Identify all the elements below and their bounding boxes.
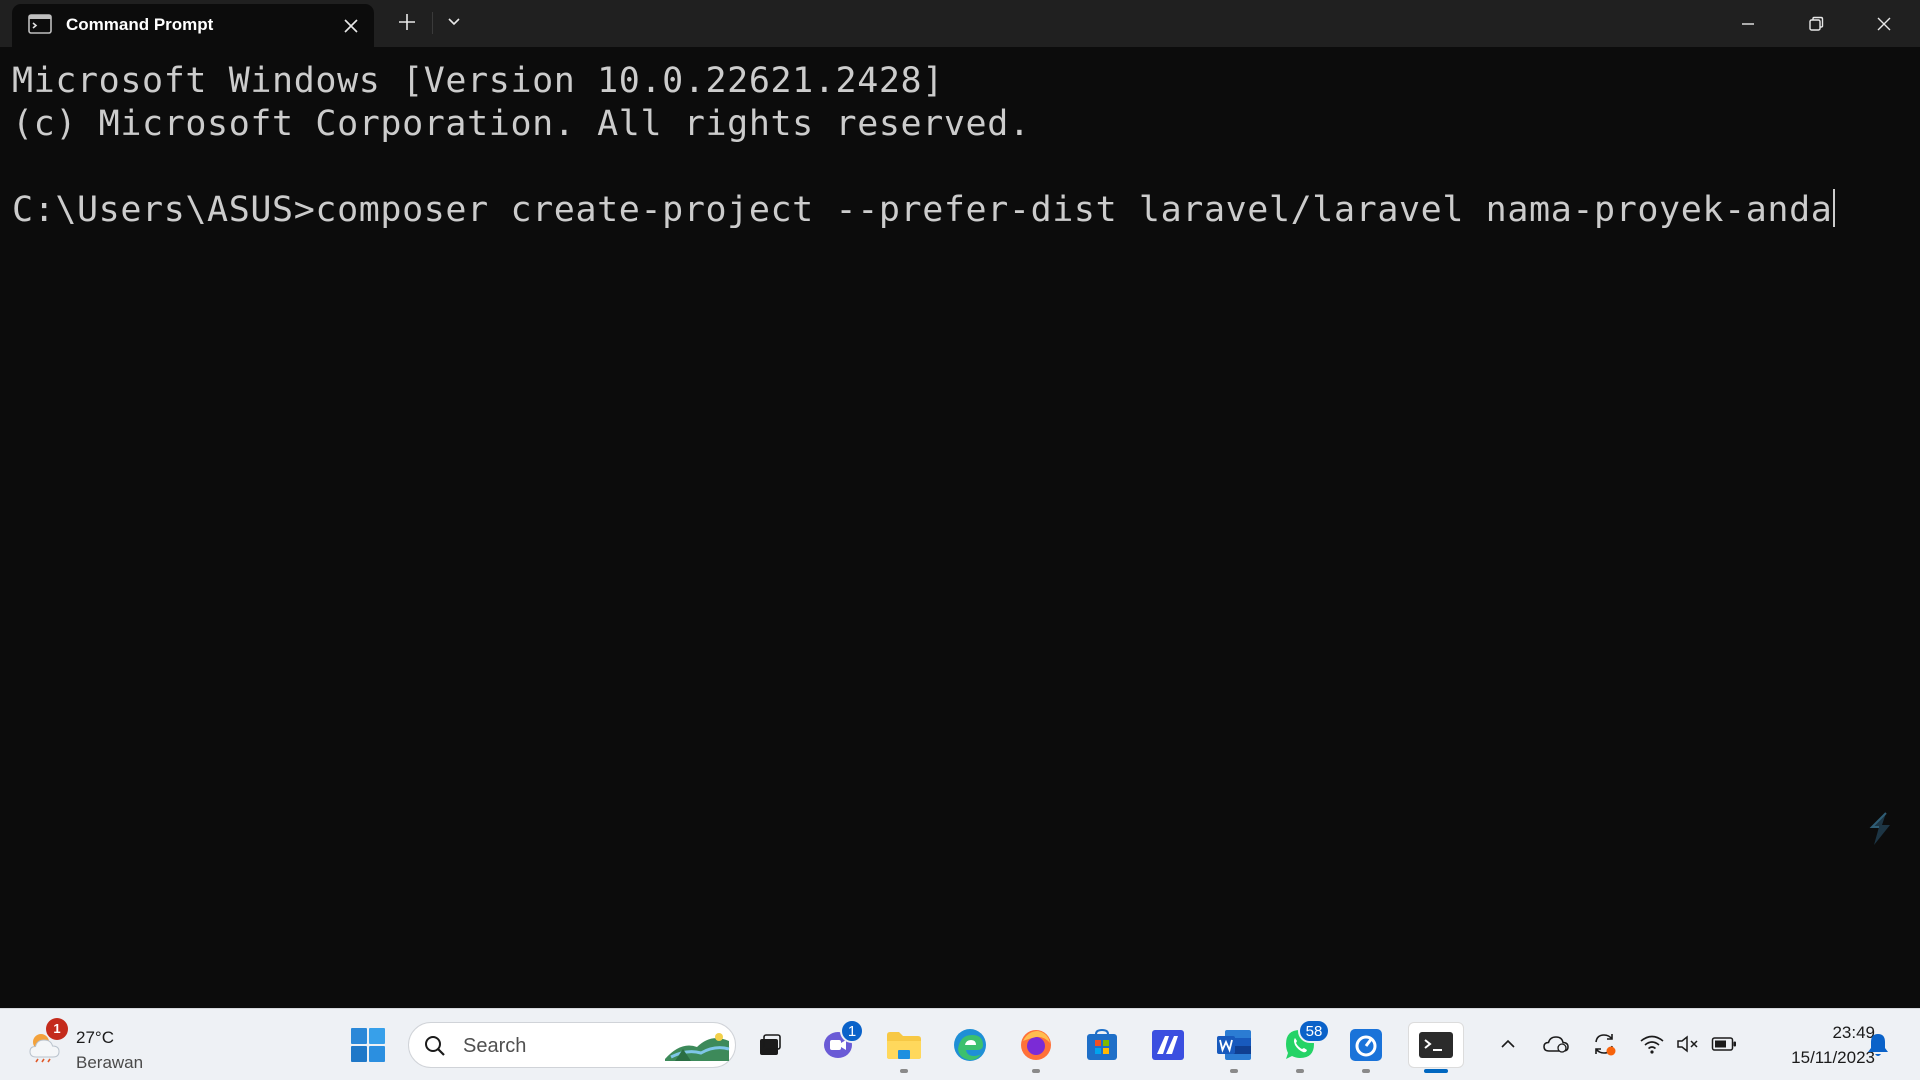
- firefox-running-indicator: [1032, 1069, 1040, 1073]
- terminal-button[interactable]: [1408, 1022, 1464, 1068]
- blue-app-icon: [1350, 1029, 1382, 1061]
- folder-icon: [887, 1032, 921, 1059]
- speaker-muted-icon: [1677, 1035, 1698, 1053]
- task-view-icon: [760, 1034, 781, 1055]
- text-cursor: [1833, 189, 1836, 227]
- restore-icon: [1809, 16, 1824, 31]
- close-window-button[interactable]: [1850, 0, 1918, 47]
- word-icon: [1217, 1030, 1251, 1060]
- tab-command-prompt[interactable]: Command Prompt: [12, 4, 374, 47]
- sync-icon: [1595, 1034, 1616, 1056]
- battery-button[interactable]: [1708, 1027, 1740, 1061]
- clock-date[interactable]: 15/11/2023: [1740, 1048, 1875, 1068]
- file-explorer-button[interactable]: [880, 1022, 928, 1068]
- taskbar-search-box[interactable]: Search: [408, 1022, 736, 1068]
- weather-condition: Berawan: [76, 1053, 144, 1072]
- clock-time[interactable]: 23:49: [1760, 1023, 1875, 1043]
- chevron-up-icon: [1501, 1039, 1515, 1048]
- wifi-button[interactable]: [1636, 1027, 1668, 1061]
- battery-icon: [1711, 1037, 1736, 1051]
- weather-temperature: 27°C: [76, 1028, 114, 1047]
- onedrive-icon: [1543, 1036, 1569, 1053]
- taskbar: 1 27°C Berawan Search 1 58 23:49 15/11/2…: [0, 1008, 1920, 1080]
- close-icon: [1877, 17, 1891, 30]
- word-running-indicator: [1230, 1069, 1238, 1073]
- windows-logo-icon: [351, 1028, 385, 1062]
- file-explorer-running-indicator: [900, 1069, 908, 1073]
- terminal-active-indicator: [1424, 1069, 1448, 1073]
- terminal-line-version: Microsoft Windows [Version 10.0.22621.24…: [12, 61, 944, 101]
- edge-icon: [954, 1029, 986, 1061]
- firefox-button[interactable]: [1012, 1022, 1060, 1068]
- microsoft-store-button[interactable]: [1078, 1022, 1126, 1068]
- terminal-prompt-line[interactable]: C:\Users\ASUS>composer create-project --…: [12, 189, 1836, 232]
- task-view-button[interactable]: [746, 1022, 794, 1068]
- terminal-output[interactable]: Microsoft Windows [Version 10.0.22621.24…: [0, 47, 1920, 1008]
- search-placeholder: Search: [463, 1035, 527, 1057]
- blue-app-running-indicator: [1362, 1069, 1370, 1073]
- minimize-button[interactable]: [1714, 0, 1782, 47]
- chevron-down-icon[interactable]: [440, 10, 468, 34]
- command-prompt-icon: [28, 14, 52, 34]
- floating-widget-icon[interactable]: [1864, 809, 1896, 849]
- weather-widget[interactable]: 1 27°C Berawan: [22, 1017, 152, 1073]
- minimize-icon: [1742, 22, 1754, 25]
- search-icon: [425, 1036, 445, 1056]
- blue-app-button[interactable]: [1342, 1022, 1390, 1068]
- whatsapp-running-indicator: [1296, 1069, 1304, 1073]
- whatsapp-badge: 58: [1298, 1019, 1330, 1043]
- firefox-icon: [1021, 1030, 1051, 1060]
- search-highlight-illustration-icon: [665, 1033, 730, 1061]
- tab-separator: [432, 12, 433, 34]
- teams-chat-badge: 1: [840, 1019, 864, 1043]
- wifi-icon: [1640, 1035, 1664, 1054]
- tab-title: Command Prompt: [66, 15, 214, 34]
- edge-button[interactable]: [946, 1022, 994, 1068]
- word-button[interactable]: [1210, 1022, 1258, 1068]
- terminal-line-copyright: (c) Microsoft Corporation. All rights re…: [12, 104, 1031, 144]
- title-bar: Command Prompt: [0, 0, 1920, 47]
- volume-button[interactable]: [1672, 1027, 1704, 1061]
- weather-badge: 1: [46, 1018, 68, 1040]
- sync-button[interactable]: [1588, 1027, 1620, 1061]
- store-icon: [1087, 1028, 1117, 1060]
- notification-bell-icon[interactable]: [1862, 1029, 1894, 1061]
- terminal-icon: [1419, 1032, 1453, 1058]
- close-icon[interactable]: [339, 14, 363, 38]
- plus-icon[interactable]: [392, 10, 422, 34]
- start-button[interactable]: [344, 1022, 392, 1068]
- terminal-command: C:\Users\ASUS>composer create-project --…: [12, 190, 1833, 230]
- onedrive-button[interactable]: [1540, 1027, 1572, 1061]
- restore-button[interactable]: [1782, 0, 1850, 47]
- visual-studio-button[interactable]: [1144, 1022, 1192, 1068]
- visual-studio-icon: [1152, 1030, 1184, 1060]
- show-hidden-icons-button[interactable]: [1492, 1027, 1524, 1061]
